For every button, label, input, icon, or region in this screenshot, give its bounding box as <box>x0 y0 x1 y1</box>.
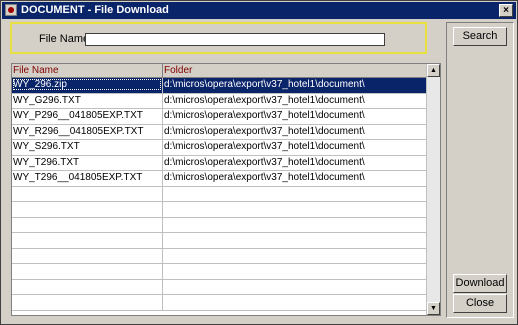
search-criteria-panel: File Name <box>10 22 427 54</box>
search-button[interactable]: Search <box>453 27 507 46</box>
folder-cell: d:\micros\opera\export\v37_hotel1\docume… <box>164 94 365 106</box>
cell-divider <box>162 124 163 139</box>
folder-cell: d:\micros\opera\export\v37_hotel1\docume… <box>164 110 365 121</box>
table-row[interactable]: WY_G296.TXT d:\micros\opera\export\v37_ho… <box>12 93 426 109</box>
folder-cell: d:\micros\opera\export\v37_hotel1\docume… <box>164 141 365 152</box>
table-row[interactable] <box>12 295 426 311</box>
file-name-cell: WY_G296.TXT <box>13 94 81 106</box>
table-row[interactable] <box>12 233 426 249</box>
file-name-cell: WY_296.zip <box>13 79 161 90</box>
table-row[interactable]: WY_T296__041805EXP.TXT d:\micros\opera\ex… <box>12 171 426 187</box>
cell-divider <box>162 186 163 201</box>
cell-divider <box>162 140 163 155</box>
scroll-up-icon[interactable]: ▲ <box>427 64 440 77</box>
table-row[interactable] <box>12 217 426 233</box>
table-row[interactable]: WY_R296__041805EXP.TXT d:\micros\opera\ex… <box>12 124 426 140</box>
window-title: DOCUMENT - File Download <box>21 4 169 16</box>
close-button[interactable]: Close <box>453 294 507 313</box>
cell-divider <box>162 264 163 279</box>
file-name-cell: WY_S296.TXT <box>13 141 80 152</box>
file-grid: File Name Folder WY_296.zip d:\micros\ope… <box>11 63 441 316</box>
column-header-folder[interactable]: Folder <box>164 65 192 76</box>
grid-header: File Name Folder <box>12 64 426 78</box>
cell-divider <box>162 279 163 294</box>
file-name-label: File Name <box>39 33 90 45</box>
close-window-icon[interactable]: × <box>499 4 513 17</box>
file-name-input[interactable] <box>85 33 385 46</box>
table-row[interactable]: WY_296.zip d:\micros\opera\export\v37_hot… <box>12 78 426 94</box>
vertical-scrollbar[interactable]: ▲ ▼ <box>426 64 440 315</box>
cell-divider <box>162 295 163 310</box>
scroll-down-icon[interactable]: ▼ <box>427 302 440 315</box>
table-row[interactable]: WY_T296.TXT d:\micros\opera\export\v37_ho… <box>12 155 426 171</box>
table-row[interactable] <box>12 186 426 202</box>
table-row[interactable] <box>12 264 426 280</box>
app-icon <box>5 4 17 16</box>
table-row[interactable]: WY_P296__041805EXP.TXT d:\micros\opera\ex… <box>12 109 426 125</box>
cell-divider <box>162 78 163 93</box>
file-name-cell: WY_T296.TXT <box>13 156 80 168</box>
file-download-dialog: DOCUMENT - File Download × File Name Sea… <box>0 0 518 325</box>
cell-divider <box>162 217 163 232</box>
cell-divider <box>162 248 163 263</box>
folder-cell: d:\micros\opera\export\v37_hotel1\docume… <box>164 79 365 90</box>
folder-cell: d:\micros\opera\export\v37_hotel1\docume… <box>164 156 365 168</box>
table-row[interactable] <box>12 279 426 295</box>
file-name-cell: WY_T296__041805EXP.TXT <box>13 172 143 183</box>
column-divider <box>162 64 163 77</box>
cell-divider <box>162 233 163 248</box>
folder-cell: d:\micros\opera\export\v37_hotel1\docume… <box>164 172 365 183</box>
folder-cell: d:\micros\opera\export\v37_hotel1\docume… <box>164 125 365 137</box>
file-name-cell: WY_R296__041805EXP.TXT <box>13 125 144 137</box>
table-row[interactable] <box>12 202 426 218</box>
column-header-file-name[interactable]: File Name <box>13 65 59 76</box>
cell-divider <box>162 93 163 108</box>
title-bar: DOCUMENT - File Download × <box>2 2 516 19</box>
cell-divider <box>162 109 163 124</box>
table-row[interactable]: WY_S296.TXT d:\micros\opera\export\v37_ho… <box>12 140 426 156</box>
file-name-cell: WY_P296__041805EXP.TXT <box>13 110 143 121</box>
cell-divider <box>162 202 163 217</box>
cell-divider <box>162 155 163 170</box>
table-row[interactable] <box>12 248 426 264</box>
grid-rows: WY_296.zip d:\micros\opera\export\v37_hot… <box>12 78 426 311</box>
download-button[interactable]: Download <box>453 274 507 293</box>
cell-divider <box>162 171 163 186</box>
